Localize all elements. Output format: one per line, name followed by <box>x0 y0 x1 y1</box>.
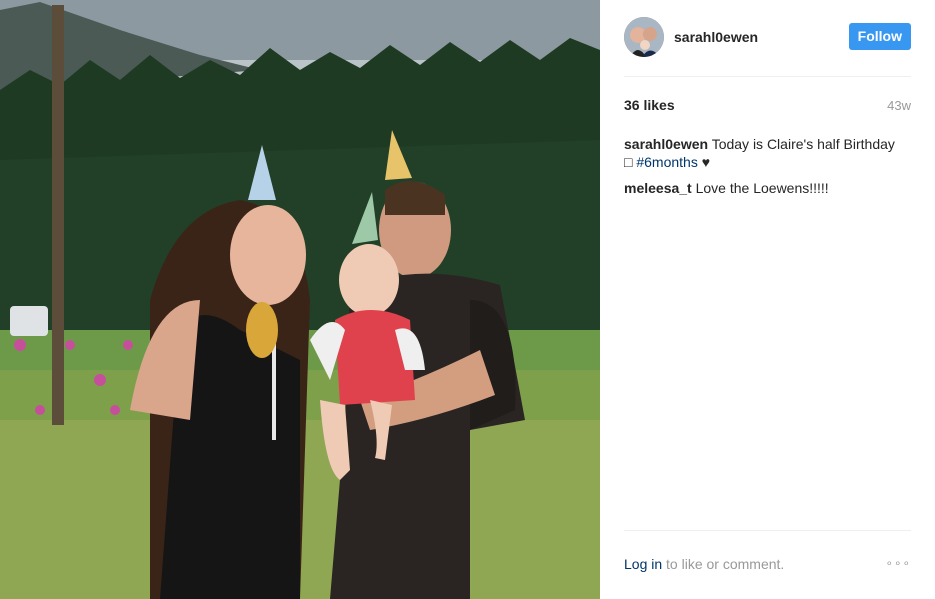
avatar[interactable] <box>624 17 664 57</box>
post-footer: Log in to like or comment. ∘∘∘ <box>624 556 911 572</box>
post-age[interactable]: 43w <box>887 98 911 113</box>
post-sidebar: sarahl0ewen Follow 36 likes 43w sarahl0e… <box>600 0 935 599</box>
avatar-image <box>624 17 664 57</box>
post-photo[interactable] <box>0 0 600 599</box>
follow-button[interactable]: Follow <box>848 23 911 50</box>
comment-text: Today is Claire's half Birthday <box>711 136 895 152</box>
username-link[interactable]: sarahl0ewen <box>674 29 758 45</box>
header-divider <box>624 76 911 77</box>
login-link[interactable]: Log in <box>624 556 662 572</box>
comments-list: sarahl0ewen Today is Claire's half Birth… <box>624 135 919 205</box>
comment-text: Love the Loewens!!!!! <box>695 180 829 196</box>
login-prompt-text: to like or comment. <box>666 556 785 572</box>
comment-username[interactable]: meleesa_t <box>624 180 692 196</box>
photo-illustration <box>0 0 600 599</box>
comment-item: meleesa_t Love the Loewens!!!!! <box>624 179 919 197</box>
comment-item: sarahl0ewen Today is Claire's half Birth… <box>624 135 919 171</box>
hashtag-link[interactable]: #6months <box>636 154 697 170</box>
post-header: sarahl0ewen Follow <box>624 16 911 58</box>
missing-glyph-icon: □ <box>624 154 633 170</box>
heart-icon: ♥ <box>701 154 711 170</box>
footer-divider <box>624 530 911 531</box>
comment-username[interactable]: sarahl0ewen <box>624 136 708 152</box>
likes-count[interactable]: 36 likes <box>624 97 675 113</box>
more-options-icon[interactable]: ∘∘∘ <box>885 556 911 570</box>
